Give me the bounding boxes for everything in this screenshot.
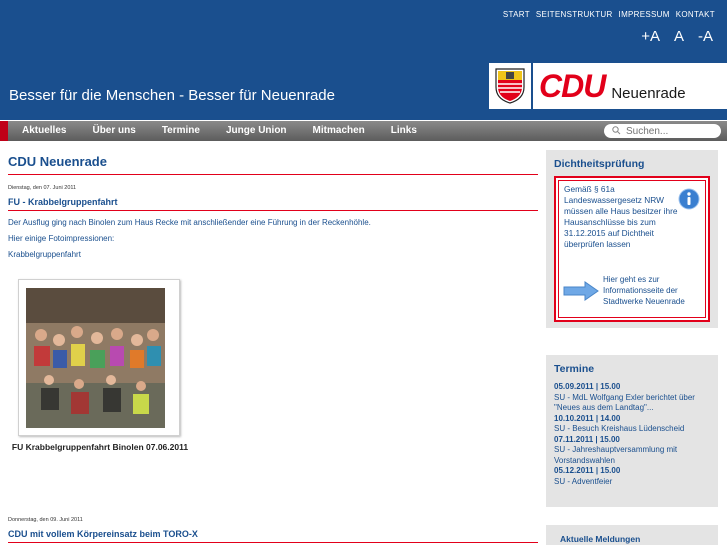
event-desc: SU - Adventfeier xyxy=(554,476,613,486)
nav-seitenstruktur[interactable]: SEITENSTRUKTUR xyxy=(536,10,613,19)
nav-start[interactable]: START xyxy=(503,10,530,19)
sidebar-box-title: Aktuelle Meldungen xyxy=(560,534,641,544)
photo-caption: FU Krabbelgruppenfahrt Binolen 07.06.201… xyxy=(11,442,189,452)
article-date: Dienstag, den 07. Juni 2011 xyxy=(8,185,77,191)
cdu-logo-text: CDU xyxy=(539,67,606,104)
sidebar-box-title: Termine xyxy=(554,363,595,375)
dichtheit-banner[interactable]: Gemäß § 61a Landeswassergesetz NRW müsse… xyxy=(554,176,710,322)
article-paragraph: Hier einige Fotoimpressionen: xyxy=(8,234,115,243)
sidebar-box-title: Dichtheitsprüfung xyxy=(554,158,645,170)
event-date: 07.11.2011 | 15.00 xyxy=(554,434,620,444)
arrow-right-icon xyxy=(563,281,599,306)
article-title-link[interactable]: FU - Krabbelgruppenfahrt xyxy=(8,197,538,211)
article-date: Donnerstag, den 09. Juni 2011 xyxy=(8,517,83,523)
info-icon xyxy=(678,188,700,215)
event-desc: SU - Jahreshauptversammlung mit Vorstand… xyxy=(554,445,678,465)
menu-accent-mark xyxy=(0,121,8,141)
event-item[interactable]: 05.09.2011 | 15.00 SU - MdL Wolfgang Exl… xyxy=(554,382,710,414)
menu-item-aktuelles[interactable]: Aktuelles xyxy=(22,125,66,136)
site-header: START SEITENSTRUKTUR IMPRESSUM KONTAKT +… xyxy=(0,0,727,120)
event-list: 05.09.2011 | 15.00 SU - MdL Wolfgang Exl… xyxy=(554,382,710,487)
sidebar-box-dichtheitspruefung: Dichtheitsprüfung Gemäß § 61a Landeswass… xyxy=(546,150,718,328)
font-reset-button[interactable]: A xyxy=(674,28,684,45)
logo-city-name: Neuenrade xyxy=(611,84,686,102)
menu-item-links[interactable]: Links xyxy=(391,125,417,136)
sidebar-box-meldungen: Aktuelle Meldungen xyxy=(546,525,718,545)
event-desc: SU - Besuch Kreishaus Lüdenscheid xyxy=(554,424,685,433)
event-item[interactable]: 07.11.2011 | 15.00 SU - Jahreshauptversa… xyxy=(554,435,710,467)
event-item[interactable]: 10.10.2011 | 14.00 SU - Besuch Kreishaus… xyxy=(554,414,710,435)
event-date: 10.10.2011 | 14.00 xyxy=(554,413,621,423)
main-content: CDU Neuenrade Dienstag, den 07. Juni 201… xyxy=(8,150,538,543)
article-title-link[interactable]: CDU mit vollem Körpereinsatz beim TORO-X xyxy=(8,529,538,543)
city-crest-icon xyxy=(489,63,533,109)
site-slogan: Besser für die Menschen - Besser für Neu… xyxy=(9,87,335,104)
nav-kontakt[interactable]: KONTAKT xyxy=(676,10,715,19)
article-paragraph: Krabbelgruppenfahrt xyxy=(8,250,81,259)
nav-impressum[interactable]: IMPRESSUM xyxy=(619,10,670,19)
article-teaser: Donnerstag, den 09. Juni 2011 CDU mit vo… xyxy=(8,507,538,543)
search-box xyxy=(604,124,721,138)
font-increase-button[interactable]: +A xyxy=(641,28,660,45)
stadtwerke-link[interactable]: Hier geht es zur Informationsseite der S… xyxy=(603,274,705,307)
font-decrease-button[interactable]: -A xyxy=(698,28,713,45)
top-navigation: START SEITENSTRUKTUR IMPRESSUM KONTAKT xyxy=(503,10,715,19)
event-date: 05.12.2011 | 15.00 xyxy=(554,466,621,475)
cdu-logo[interactable]: CDU Neuenrade xyxy=(489,63,727,109)
menu-item-junge-union[interactable]: Junge Union xyxy=(226,125,287,136)
font-size-controls: +A A -A xyxy=(641,28,713,45)
menu-item-mitmachen[interactable]: Mitmachen xyxy=(313,125,365,136)
sidebar-box-termine: Termine 05.09.2011 | 15.00 SU - MdL Wolf… xyxy=(546,355,718,507)
search-icon xyxy=(612,122,621,140)
photo-thumbnail[interactable] xyxy=(18,279,180,436)
event-item[interactable]: 05.12.2011 | 15.00 SU - Adventfeier xyxy=(554,466,710,487)
article-paragraph: Der Ausflug ging nach Binolen zum Haus R… xyxy=(8,218,371,227)
dichtheit-text: Gemäß § 61a Landeswassergesetz NRW müsse… xyxy=(564,184,678,249)
event-date: 05.09.2011 | 15.00 xyxy=(554,382,621,391)
menu-item-termine[interactable]: Termine xyxy=(162,125,200,136)
event-desc: SU - MdL Wolfgang Exler berichtet über "… xyxy=(554,392,695,413)
search-input[interactable] xyxy=(626,125,706,137)
menu-item-ueber-uns[interactable]: Über uns xyxy=(92,125,135,136)
page-title: CDU Neuenrade xyxy=(8,150,538,175)
